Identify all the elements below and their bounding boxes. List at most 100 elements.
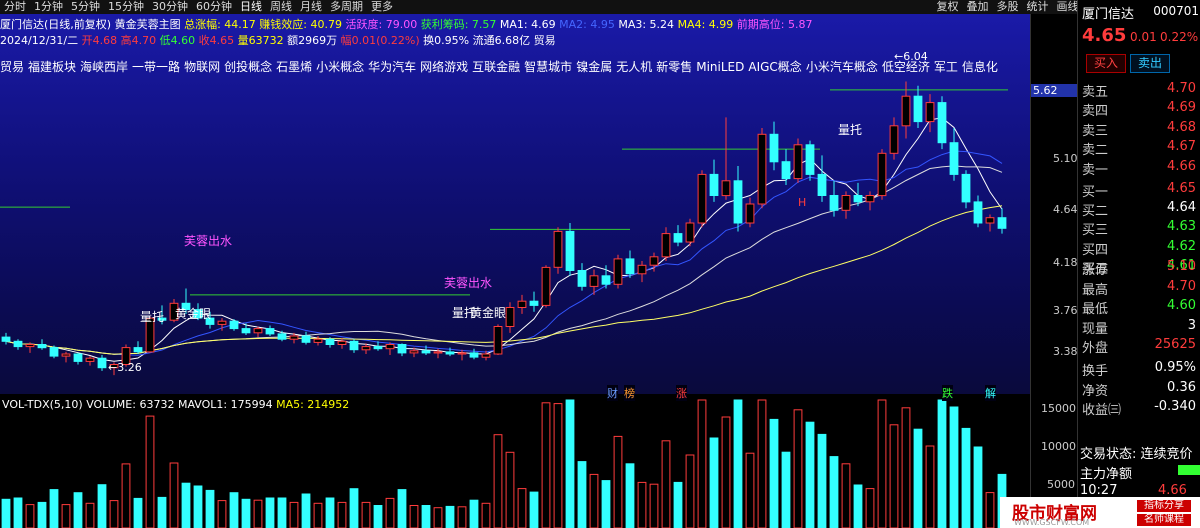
period-tab-10[interactable]: 更多 xyxy=(367,0,397,14)
zhuli-label[interactable]: 主力净额 xyxy=(1080,463,1132,482)
high: 高4.70 xyxy=(120,34,157,47)
tool-button-0[interactable]: 复权 xyxy=(932,0,962,14)
volume-bar xyxy=(673,481,683,528)
candle-body xyxy=(721,180,731,197)
concept-tag[interactable]: MiniLED xyxy=(696,60,744,74)
tool-button-2[interactable]: 多股 xyxy=(992,0,1022,14)
event-zhang[interactable]: 涨 xyxy=(676,385,687,401)
volume-bar xyxy=(697,399,707,528)
tool-button-1[interactable]: 叠加 xyxy=(962,0,992,14)
sell-button[interactable]: 卖出 xyxy=(1130,54,1170,73)
stat-label: 换手 xyxy=(1082,364,1109,379)
period-tab-0[interactable]: 分时 xyxy=(0,0,30,14)
event-cai[interactable]: 财 xyxy=(607,385,618,401)
concept-tag[interactable]: AIGC概念 xyxy=(748,60,801,74)
volume-bar xyxy=(361,501,371,528)
bid-row[interactable]: 买二 4.64 xyxy=(1082,200,1200,220)
indicator-name[interactable]: 黄金芙蓉主图 xyxy=(115,18,181,31)
watermark-badge-2: 名师课程 xyxy=(1137,514,1191,526)
concept-tag[interactable]: 镍金属 xyxy=(576,60,612,74)
ask-row[interactable]: 卖五 4.70 xyxy=(1082,81,1200,101)
vol-indicator-name[interactable]: VOL-TDX(5,10) xyxy=(2,398,83,411)
bid-row[interactable]: 买一 4.65 xyxy=(1082,181,1200,201)
ma3: MA3: 5.24 xyxy=(618,18,675,31)
low: 低4.60 xyxy=(159,34,196,47)
period-tab-2[interactable]: 5分钟 xyxy=(67,0,104,14)
concept-tag[interactable]: 物联网 xyxy=(184,60,220,74)
event-die[interactable]: 跌 xyxy=(942,385,953,401)
ohlc-info-line: 2024/12/31/二 开4.68 高4.70 低4.60 收4.65 量63… xyxy=(0,32,556,48)
quote-value: 4.62 xyxy=(1167,238,1196,254)
quote-label: 卖三 xyxy=(1082,123,1109,139)
ask-row[interactable]: 卖三 4.68 xyxy=(1082,120,1200,140)
period-tab-4[interactable]: 30分钟 xyxy=(148,0,192,14)
ask-row[interactable]: 卖一 4.66 xyxy=(1082,159,1200,179)
volume-bar xyxy=(121,463,131,528)
volume-bar xyxy=(313,502,323,528)
volume-bar xyxy=(433,507,443,528)
stat-row: 涨停 5.10 xyxy=(1082,259,1200,279)
concept-tag[interactable]: 海峡西岸 xyxy=(80,60,128,74)
volume-bar xyxy=(601,480,611,528)
concept-tag[interactable]: 石墨烯 xyxy=(276,60,312,74)
stat-row: 最高 4.70 xyxy=(1082,279,1200,299)
volume-bar xyxy=(649,483,659,528)
volume-bar xyxy=(145,415,155,528)
period-tab-5[interactable]: 60分钟 xyxy=(192,0,236,14)
concept-tag[interactable]: 网络游戏 xyxy=(420,60,468,74)
period-tab-8[interactable]: 月线 xyxy=(296,0,326,14)
concept-tag[interactable]: 贸易 xyxy=(0,60,24,74)
liangtuo-label: 量托 xyxy=(140,310,165,324)
bid-row[interactable]: 买四 4.62 xyxy=(1082,239,1200,259)
period-tab-9[interactable]: 多周期 xyxy=(326,0,367,14)
concept-tag[interactable]: 小米概念 xyxy=(316,60,364,74)
volume-bar xyxy=(925,445,935,528)
ma1: MA1: 4.69 xyxy=(499,18,556,31)
candle-body xyxy=(349,340,359,351)
volume-bar xyxy=(553,403,563,528)
volume-bar xyxy=(265,497,275,528)
quote-chg: 0.01 xyxy=(1130,30,1157,44)
candle-body xyxy=(517,300,527,309)
period-tab-3[interactable]: 15分钟 xyxy=(104,0,148,14)
volume-bar xyxy=(481,502,491,528)
vol-tick-5000: 5000 xyxy=(1047,478,1075,491)
period-tab-7[interactable]: 周线 xyxy=(266,0,296,14)
concept-tag[interactable]: 新零售 xyxy=(656,60,692,74)
volume-bar xyxy=(25,504,35,528)
volume-bar xyxy=(661,440,671,528)
event-bang[interactable]: 榜 xyxy=(624,385,635,401)
concept-tag[interactable]: 一带一路 xyxy=(132,60,180,74)
concept-tag[interactable]: 互联金融 xyxy=(472,60,520,74)
ma40-line xyxy=(5,205,1003,355)
candle-body xyxy=(289,335,299,340)
concept-tag[interactable]: 信息化 xyxy=(962,60,998,74)
concept-tag[interactable]: 小米汽车概念 xyxy=(806,60,878,74)
candle-body xyxy=(769,133,779,163)
ask-row[interactable]: 卖四 4.69 xyxy=(1082,100,1200,120)
quote-label: 卖二 xyxy=(1082,143,1109,159)
volume-bar xyxy=(421,505,431,528)
concept-tag[interactable]: 福建板块 xyxy=(28,60,76,74)
tool-button-3[interactable]: 统计 xyxy=(1022,0,1052,14)
concept-tag[interactable]: 创投概念 xyxy=(224,60,272,74)
candle-body xyxy=(457,352,467,355)
concept-tag[interactable]: 智慧城市 xyxy=(524,60,572,74)
volume-chart[interactable]: VOL-TDX(5,10) VOLUME: 63732 MAVOL1: 1759… xyxy=(0,396,1030,528)
candle-body xyxy=(709,173,719,196)
candle-body xyxy=(553,230,563,268)
buy-button[interactable]: 买入 xyxy=(1086,54,1126,73)
bid-row[interactable]: 买三 4.63 xyxy=(1082,219,1200,239)
concept-tag[interactable]: 无人机 xyxy=(616,60,652,74)
candle-body xyxy=(133,347,143,353)
volume-bar xyxy=(529,491,539,528)
zhangfu: 总涨幅: 44.17 xyxy=(184,18,256,31)
concept-tag[interactable]: 军工 xyxy=(934,60,958,74)
volume-bar xyxy=(565,399,575,528)
period-tab-6[interactable]: 日线 xyxy=(236,0,266,14)
period-tab-1[interactable]: 1分钟 xyxy=(30,0,67,14)
candle-body xyxy=(913,95,923,123)
concept-tag[interactable]: 华为汽车 xyxy=(368,60,416,74)
ask-row[interactable]: 卖二 4.67 xyxy=(1082,139,1200,159)
event-jie[interactable]: 解 xyxy=(985,385,996,401)
